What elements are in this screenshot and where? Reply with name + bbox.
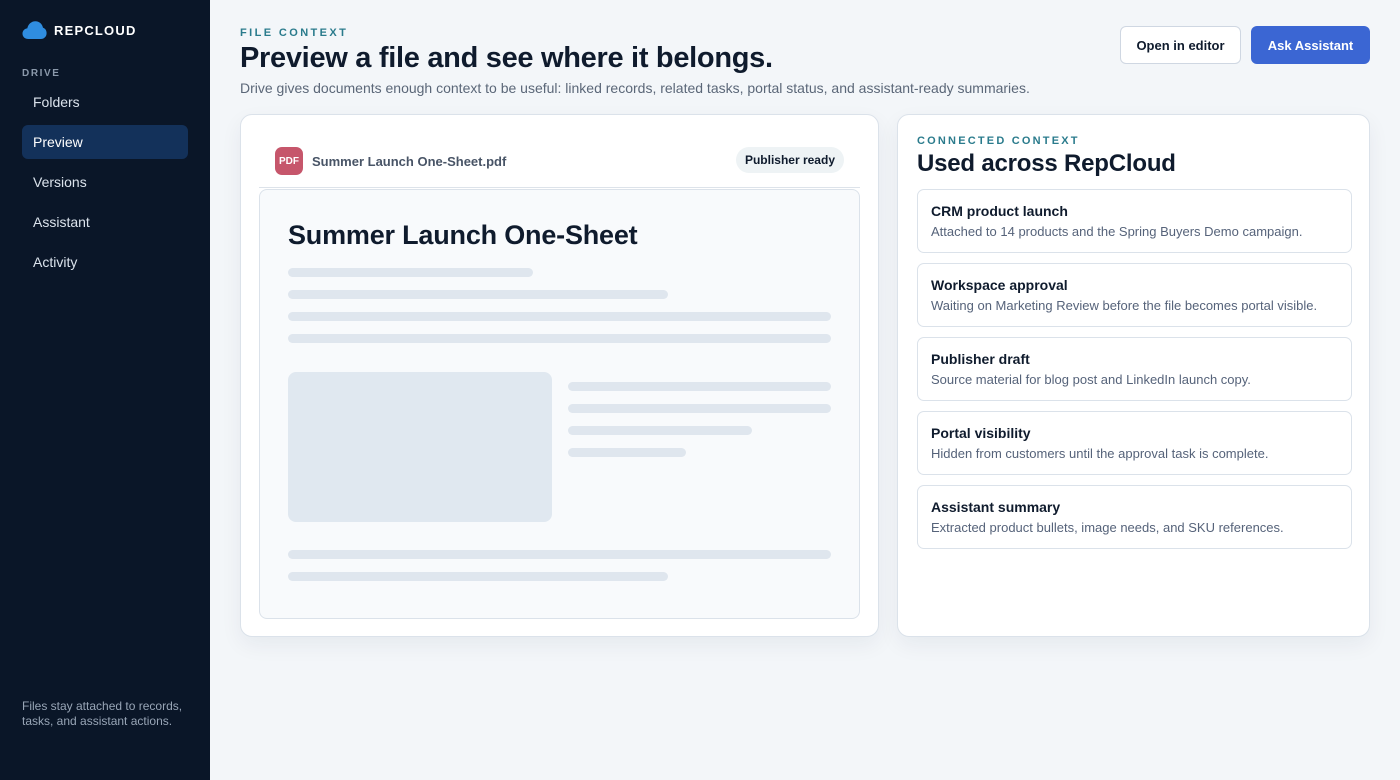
file-header: PDF Summer Launch One-Sheet.pdf xyxy=(275,147,506,175)
placeholder-line xyxy=(568,426,752,435)
context-item-description: Waiting on Marketing Review before the f… xyxy=(931,298,1318,313)
placeholder-line xyxy=(568,448,686,457)
placeholder-line xyxy=(288,572,668,581)
cloud-icon xyxy=(22,21,47,39)
context-item-description: Attached to 14 products and the Spring B… xyxy=(931,224,1303,239)
context-item-title: Portal visibility xyxy=(931,425,1031,441)
context-list: CRM product launch Attached to 14 produc… xyxy=(917,189,1352,559)
context-item-portal-visibility[interactable]: Portal visibility Hidden from customers … xyxy=(917,411,1352,475)
file-name: Summer Launch One-Sheet.pdf xyxy=(312,153,507,169)
nav-section-label: DRIVE xyxy=(22,68,61,79)
sidebar-item-folders[interactable]: Folders xyxy=(22,85,188,119)
placeholder-line xyxy=(288,312,831,321)
document-title: Summer Launch One-Sheet xyxy=(288,220,638,250)
divider xyxy=(259,187,860,188)
sidebar-item-versions[interactable]: Versions xyxy=(22,165,188,199)
placeholder-line xyxy=(288,290,668,299)
context-item-description: Hidden from customers until the approval… xyxy=(931,446,1269,461)
placeholder-line xyxy=(288,268,533,277)
context-eyebrow: CONNECTED CONTEXT xyxy=(917,135,1080,147)
page-title: Preview a file and see where it belongs. xyxy=(240,42,773,74)
context-item-assistant-summary[interactable]: Assistant summary Extracted product bull… xyxy=(917,485,1352,549)
placeholder-line xyxy=(288,334,831,343)
ask-assistant-button[interactable]: Ask Assistant xyxy=(1251,26,1370,64)
context-item-publisher-draft[interactable]: Publisher draft Source material for blog… xyxy=(917,337,1352,401)
file-preview-card: PDF Summer Launch One-Sheet.pdf Publishe… xyxy=(240,114,879,637)
page-subtitle: Drive gives documents enough context to … xyxy=(240,80,1030,96)
brand[interactable]: REPCLOUD xyxy=(22,18,137,42)
sidebar-nav: Folders Preview Versions Assistant Activ… xyxy=(22,85,188,285)
context-item-description: Source material for blog post and Linked… xyxy=(931,372,1251,387)
document-preview[interactable]: Summer Launch One-Sheet xyxy=(259,189,860,619)
sidebar-item-activity[interactable]: Activity xyxy=(22,245,188,279)
context-item-crm-product-launch[interactable]: CRM product launch Attached to 14 produc… xyxy=(917,189,1352,253)
placeholder-line xyxy=(288,550,831,559)
placeholder-line xyxy=(568,404,831,413)
context-item-title: Workspace approval xyxy=(931,277,1068,293)
status-badge: Publisher ready xyxy=(735,147,844,173)
context-item-title: Assistant summary xyxy=(931,499,1061,515)
sidebar: REPCLOUD DRIVE Folders Preview Versions … xyxy=(0,0,210,780)
brand-name: REPCLOUD xyxy=(54,22,137,38)
context-title: Used across RepCloud xyxy=(917,150,1176,177)
placeholder-line xyxy=(568,382,831,391)
open-in-editor-button[interactable]: Open in editor xyxy=(1120,26,1241,64)
pdf-file-icon: PDF xyxy=(275,147,303,175)
placeholder-image xyxy=(288,372,552,522)
context-item-description: Extracted product bullets, image needs, … xyxy=(931,520,1284,535)
context-item-workspace-approval[interactable]: Workspace approval Waiting on Marketing … xyxy=(917,263,1352,327)
page-eyebrow: FILE CONTEXT xyxy=(240,27,349,39)
sidebar-item-preview[interactable]: Preview xyxy=(22,125,188,159)
context-item-title: Publisher draft xyxy=(931,351,1030,367)
sidebar-footer-note: Files stay attached to records, tasks, a… xyxy=(22,699,183,728)
connected-context-card: CONNECTED CONTEXT Used across RepCloud C… xyxy=(897,114,1370,637)
sidebar-item-assistant[interactable]: Assistant xyxy=(22,205,188,239)
context-item-title: CRM product launch xyxy=(931,203,1068,219)
